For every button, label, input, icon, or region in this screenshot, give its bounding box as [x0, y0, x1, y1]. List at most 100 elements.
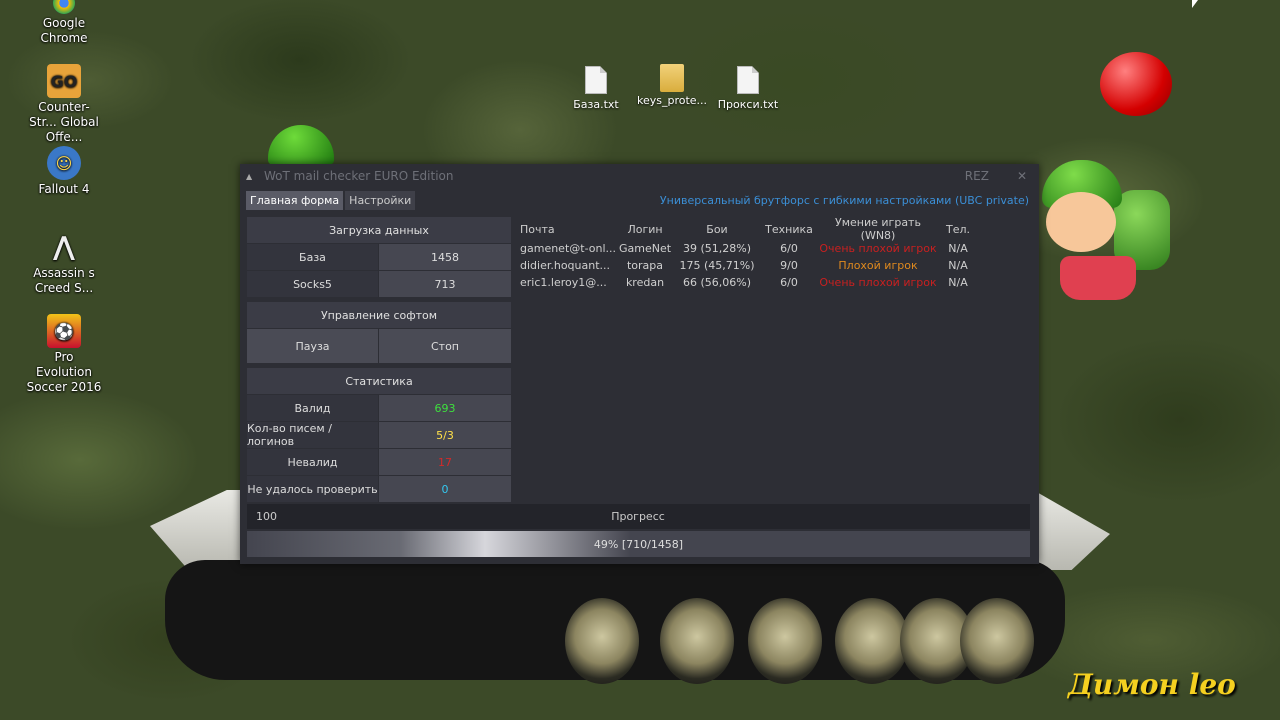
pause-button[interactable]: Пауза: [247, 329, 378, 363]
mails-row: Кол-во писем / логинов 5/3: [247, 422, 511, 448]
desktop-icon-fallout4[interactable]: ☺ Fallout 4: [26, 146, 102, 197]
csgo-icon: GO: [47, 64, 81, 98]
cell-mail: didier.hoquant...: [520, 259, 611, 272]
tab-bar: Главная форма Настройки: [246, 191, 416, 210]
fallout-icon: ☺: [47, 146, 81, 180]
desktop-icon-csgo[interactable]: GO Counter-Str... Global Offe...: [26, 64, 102, 145]
col-header-phone[interactable]: Тел.: [938, 223, 978, 236]
mails-label: Кол-во писем / логинов: [247, 422, 378, 448]
cell-phone: N/A: [948, 259, 968, 272]
desktop-file-base[interactable]: База.txt: [556, 66, 636, 111]
tank-wheel: [835, 598, 909, 684]
tagline-link[interactable]: Универсальный брутфорс с гибкими настрой…: [660, 194, 1029, 207]
section-stats-title: Статистика: [247, 368, 511, 394]
desktop-icon-label: Pro Evolution Soccer 2016: [26, 350, 102, 394]
cell-login: torapa: [626, 259, 664, 272]
col-header-mail[interactable]: Почта: [518, 223, 616, 236]
table-row[interactable]: gamenet@t-onl... GameNet 39 (51,28%) 6/0…: [518, 240, 1030, 257]
desktop-icon-label: Google Chrome: [40, 16, 88, 45]
wallpaper-helmet-graphic: [268, 125, 334, 165]
text-file-icon: [737, 66, 759, 94]
valid-row: Валид 693: [247, 395, 511, 421]
progress-count: 100: [256, 510, 277, 523]
failed-label: Не удалось проверить: [247, 476, 378, 502]
wallpaper-signature: Димон leo: [1068, 668, 1236, 701]
cell-mail: gamenet@t-onl...: [520, 242, 616, 255]
col-header-battles[interactable]: Бои: [674, 223, 760, 236]
invalid-value: 17: [379, 449, 511, 475]
cell-tech: 6/0: [780, 276, 798, 289]
results-table: Почта Логин Бои Техника Умение играть (W…: [518, 216, 1030, 291]
left-panel: Загрузка данных База 1458 Socks5 713 Упр…: [247, 217, 511, 502]
tank-wheel: [660, 598, 734, 684]
failed-value: 0: [379, 476, 511, 502]
wallpaper-balloon-graphic: [1100, 52, 1172, 116]
system-menu-icon[interactable]: ▲: [246, 172, 256, 181]
table-row[interactable]: didier.hoquant... torapa 175 (45,71%) 9/…: [518, 257, 1030, 274]
desktop-icon-pes2016[interactable]: ⚽ Pro Evolution Soccer 2016: [26, 314, 102, 395]
invalid-row: Невалид 17: [247, 449, 511, 475]
pes-icon: ⚽: [47, 314, 81, 348]
cell-battles: 66 (56,06%): [682, 276, 752, 289]
rez-button[interactable]: REZ: [965, 169, 989, 183]
progress-bar: 49% [710/1458]: [247, 531, 1030, 557]
cell-login: kredan: [625, 276, 665, 289]
tab-settings[interactable]: Настройки: [345, 191, 416, 210]
desktop-icon-chrome[interactable]: Google Chrome: [26, 0, 102, 46]
tank-wheel: [565, 598, 639, 684]
failed-row: Не удалось проверить 0: [247, 476, 511, 502]
valid-value: 693: [379, 395, 511, 421]
socks-row: Socks5 713: [247, 271, 511, 297]
file-label: keys_prote...: [636, 94, 708, 107]
base-value: 1458: [379, 244, 511, 270]
desktop-icon-label: Assassin s Creed S...: [33, 266, 95, 295]
cell-tech: 6/0: [780, 242, 798, 255]
table-header: Почта Логин Бои Техника Умение играть (W…: [518, 216, 1030, 242]
table-row[interactable]: eric1.leroy1@... kredan 66 (56,06%) 6/0 …: [518, 274, 1030, 291]
mails-value: 5/3: [379, 422, 511, 448]
progress-text: 49% [710/1458]: [593, 537, 684, 551]
file-label: База.txt: [573, 98, 619, 111]
file-label: Прокси.txt: [717, 98, 779, 111]
folder-icon: [660, 64, 684, 92]
col-header-login[interactable]: Логин: [616, 223, 674, 236]
valid-label: Валид: [247, 395, 378, 421]
window-title: WoT mail checker EURO Edition: [264, 169, 454, 183]
desktop-icon-assassins-creed[interactable]: ⋀ Assassin s Creed S...: [26, 230, 102, 296]
cell-skill: Очень плохой игрок: [819, 276, 937, 289]
stop-button[interactable]: Стоп: [379, 329, 511, 363]
cell-mail: eric1.leroy1@...: [520, 276, 607, 289]
cell-phone: N/A: [948, 242, 968, 255]
progress-header: 100 Прогресс: [247, 504, 1030, 529]
socks-value: 713: [379, 271, 511, 297]
chrome-icon: [53, 0, 75, 14]
col-header-tech[interactable]: Техника: [760, 223, 818, 236]
tab-main-form[interactable]: Главная форма: [246, 191, 344, 210]
desktop-file-proxy[interactable]: Прокси.txt: [708, 66, 788, 111]
cell-tech: 9/0: [780, 259, 798, 272]
desktop-folder-keys[interactable]: keys_prote...: [632, 64, 712, 107]
socks-label[interactable]: Socks5: [247, 271, 378, 297]
invalid-label: Невалид: [247, 449, 378, 475]
app-window: ▲ WoT mail checker EURO Edition REZ ✕ Гл…: [240, 164, 1039, 564]
progress-title: Прогресс: [611, 510, 665, 523]
tank-wheel: [960, 598, 1034, 684]
desktop-icon-label: Fallout 4: [38, 182, 90, 196]
cell-battles: 39 (51,28%): [682, 242, 752, 255]
desktop-icon-label: Counter-Str... Global Offe...: [29, 100, 99, 144]
base-label[interactable]: База: [247, 244, 378, 270]
tank-wheel: [748, 598, 822, 684]
close-icon[interactable]: ✕: [1017, 169, 1027, 183]
cell-phone: N/A: [948, 276, 968, 289]
cell-login: GameNet: [618, 242, 672, 255]
col-header-skill[interactable]: Умение играть (WN8): [818, 216, 938, 242]
section-control-title: Управление софтом: [247, 302, 511, 328]
section-load-title: Загрузка данных: [247, 217, 511, 243]
wallpaper-cartoon-boy: [1040, 160, 1170, 320]
cell-battles: 175 (45,71%): [679, 259, 755, 272]
base-row: База 1458: [247, 244, 511, 270]
cell-skill: Очень плохой игрок: [819, 242, 937, 255]
text-file-icon: [585, 66, 607, 94]
control-buttons: Пауза Стоп: [247, 329, 511, 363]
title-bar[interactable]: ▲ WoT mail checker EURO Edition REZ ✕: [240, 164, 1039, 188]
